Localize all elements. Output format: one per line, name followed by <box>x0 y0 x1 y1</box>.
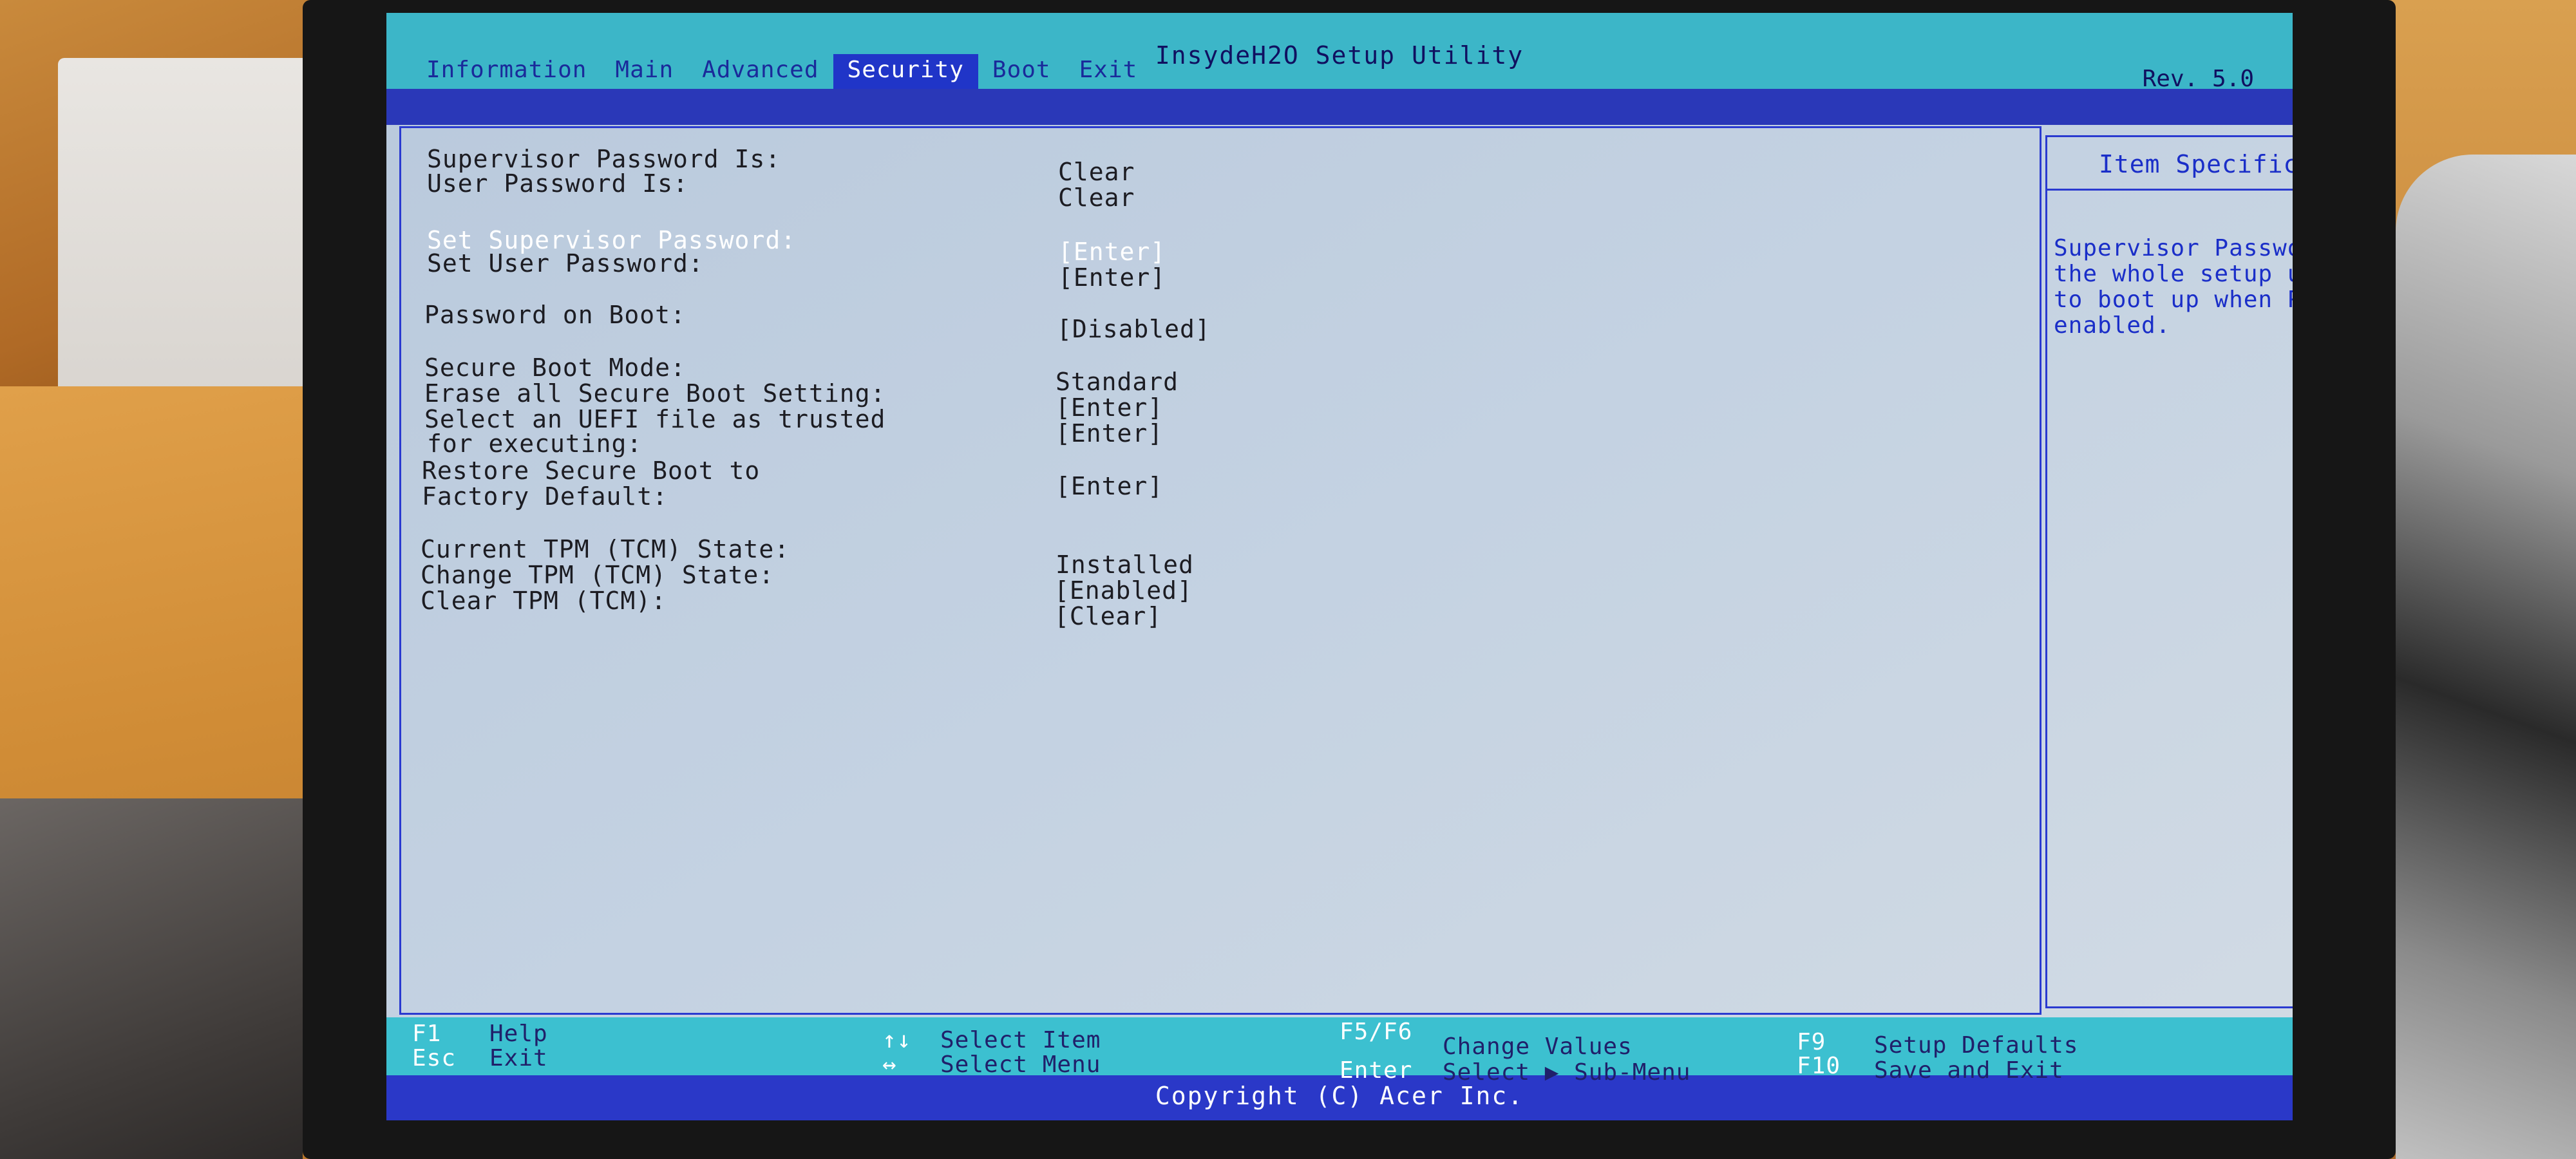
supervisor-password-status-value: Clear <box>1058 158 1135 186</box>
tab-security[interactable]: Security <box>833 54 978 89</box>
enter-key: Enter <box>1340 1057 1413 1084</box>
background-jacket <box>2396 155 2576 1159</box>
password-on-boot-label[interactable]: Password on Boot: <box>424 301 686 329</box>
settings-panel: Supervisor Password Is: Clear User Passw… <box>399 126 2041 1015</box>
copyright-text: Copyright (C) Acer Inc. <box>1155 1082 1524 1110</box>
help-panel: Item Specific Help Supervisor Password c… <box>2041 126 2293 1015</box>
set-user-password-button[interactable]: [Enter] <box>1058 263 1166 292</box>
help-header-box: Item Specific Help <box>2045 135 2293 191</box>
tab-boot[interactable]: Boot <box>978 54 1065 89</box>
restore-secure-boot-label-line1[interactable]: Restore Secure Boot to <box>422 457 760 485</box>
f5-f6-key: F5/F6 <box>1340 1019 1413 1045</box>
tab-exit[interactable]: Exit <box>1065 54 1152 89</box>
set-supervisor-password-button[interactable]: [Enter] <box>1058 238 1166 266</box>
left-right-arrows-icon: ↔ <box>882 1051 897 1078</box>
tab-advanced[interactable]: Advanced <box>688 54 833 89</box>
user-password-status-value: Clear <box>1058 184 1135 212</box>
clear-tpm-label[interactable]: Clear TPM (TCM): <box>421 587 667 615</box>
menu-tabs: Information Main Advanced Security Boot … <box>412 54 1151 89</box>
restore-secure-boot-label-line2: Factory Default: <box>422 482 668 511</box>
f10-key: F10 <box>1797 1053 1841 1079</box>
select-menu-label: Select Menu <box>940 1051 1101 1078</box>
background-tablet <box>0 798 303 1159</box>
password-on-boot-value[interactable]: [Disabled] <box>1057 315 1211 343</box>
up-down-arrows-icon: ↑↓ <box>882 1027 912 1053</box>
select-uefi-file-label-line2: for executing: <box>427 429 643 458</box>
clear-tpm-value[interactable]: [Clear] <box>1054 602 1162 630</box>
tab-information[interactable]: Information <box>412 54 601 89</box>
set-user-password-label[interactable]: Set User Password: <box>427 249 704 278</box>
help-body-box: Supervisor Password controls access to t… <box>2045 191 2293 1008</box>
help-header-title: Item Specific Help <box>2099 150 2293 178</box>
secure-boot-mode-label: Secure Boot Mode: <box>424 353 686 382</box>
secure-boot-mode-value: Standard <box>1056 368 1179 396</box>
esc-key: Esc <box>412 1045 457 1071</box>
setup-defaults-label: Setup Defaults <box>1874 1032 2079 1059</box>
current-tpm-state-value: Installed <box>1056 551 1194 579</box>
change-tpm-state-label[interactable]: Change TPM (TCM) State: <box>421 561 774 589</box>
current-tpm-state-label: Current TPM (TCM) State: <box>421 535 790 563</box>
esc-exit-label: Exit <box>489 1045 548 1071</box>
select-uefi-file-button[interactable]: [Enter] <box>1056 419 1163 448</box>
revision-label: Rev. 5.0 <box>2142 66 2254 92</box>
save-and-exit-label: Save and Exit <box>1874 1057 2064 1084</box>
f1-help-label: Help <box>489 1021 548 1047</box>
f9-key: F9 <box>1797 1029 1826 1055</box>
erase-secure-boot-label[interactable]: Erase all Secure Boot Setting: <box>424 379 886 408</box>
select-item-label: Select Item <box>940 1027 1101 1053</box>
change-tpm-state-value[interactable]: [Enabled] <box>1054 576 1193 605</box>
change-values-label: Change Values <box>1443 1033 1633 1060</box>
tab-main[interactable]: Main <box>601 54 688 89</box>
menu-underbar <box>386 89 2293 125</box>
bios-screen: InsydeH2O Setup Utility Information Main… <box>386 13 2293 1120</box>
f1-key: F1 <box>412 1021 442 1047</box>
erase-secure-boot-button[interactable]: [Enter] <box>1056 393 1163 422</box>
user-password-status-label: User Password Is: <box>427 169 688 198</box>
chair-backrest <box>58 58 316 393</box>
restore-secure-boot-button[interactable]: [Enter] <box>1056 472 1163 500</box>
help-text: Supervisor Password controls access to t… <box>2054 235 2293 339</box>
